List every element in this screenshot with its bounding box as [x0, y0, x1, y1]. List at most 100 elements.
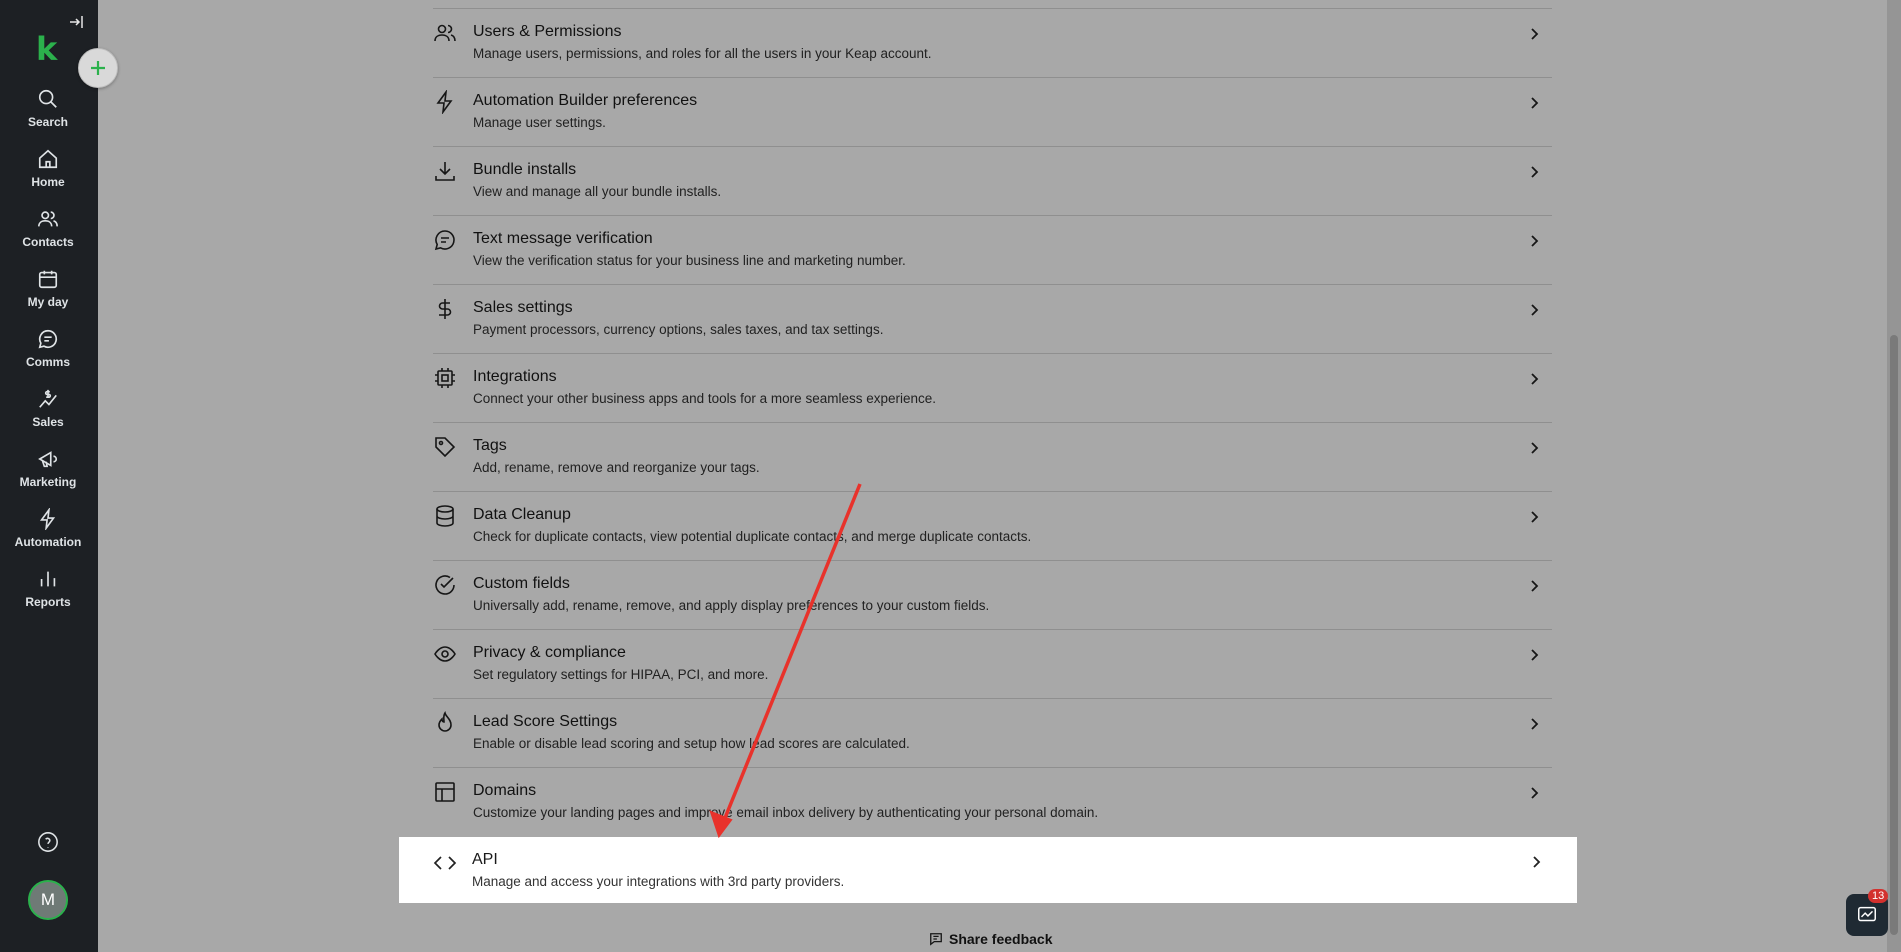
dollar-icon — [438, 299, 452, 319]
nav-comms[interactable]: Comms — [0, 328, 96, 369]
chevron-right-icon — [1531, 787, 1539, 799]
avatar[interactable]: M — [28, 880, 68, 920]
settings-row-tags[interactable]: Tags Add, rename, remove and reorganize … — [433, 422, 1552, 491]
share-feedback-link[interactable]: Share feedback — [929, 931, 1053, 947]
row-title: Domains — [473, 782, 537, 799]
nav-label: Comms — [25, 355, 70, 369]
users-icon — [434, 24, 456, 42]
contacts-icon — [38, 211, 58, 227]
row-description: Manage users, permissions, and roles for… — [473, 46, 932, 61]
nav-label: My day — [27, 295, 69, 309]
help-icon[interactable] — [37, 831, 59, 853]
chevron-right-icon — [1531, 649, 1539, 661]
eye-icon — [434, 646, 456, 662]
nav-label: Search — [27, 115, 69, 129]
row-title: Text message verification — [473, 230, 653, 247]
row-title: Bundle installs — [473, 161, 577, 178]
chat-widget-icon — [1858, 906, 1876, 922]
flame-icon — [438, 711, 452, 732]
lightning-icon — [436, 90, 453, 114]
row-description: View the verification status for your bu… — [473, 253, 906, 268]
notification-badge: 13 — [1868, 889, 1889, 903]
row-title: Privacy & compliance — [473, 644, 626, 661]
message-icon — [434, 230, 455, 251]
bar-chart-icon — [40, 571, 56, 587]
download-icon — [435, 162, 455, 181]
plus-icon — [91, 61, 105, 75]
nav-home[interactable]: Home — [0, 148, 96, 189]
nav-label: Home — [31, 175, 65, 189]
share-feedback-label: Share feedback — [949, 931, 1053, 947]
nav-label: Contacts — [22, 235, 74, 249]
nav-label: Marketing — [19, 475, 77, 489]
search-icon — [38, 89, 57, 108]
home-icon — [38, 149, 58, 169]
chevron-right-icon — [1531, 580, 1539, 592]
scrollbar-thumb[interactable] — [1890, 335, 1898, 935]
nav-my-day[interactable]: My day — [0, 268, 96, 309]
layout-icon — [435, 782, 455, 802]
sales-icon — [39, 389, 57, 408]
row-description: Connect your other business apps and too… — [473, 391, 937, 406]
collapse-sidebar-icon[interactable] — [68, 14, 84, 30]
chevron-right-icon — [1531, 235, 1539, 247]
row-title: Custom fields — [473, 575, 570, 592]
row-title: Sales settings — [473, 299, 573, 316]
chip-icon — [435, 368, 455, 388]
chevron-right-icon — [1531, 511, 1539, 523]
settings-row-text-verification[interactable]: Text message verification View the verif… — [433, 215, 1552, 284]
row-description: Set regulatory settings for HIPAA, PCI, … — [473, 667, 769, 682]
settings-row-lead-score[interactable]: Lead Score Settings Enable or disable le… — [433, 698, 1552, 767]
settings-row-bundle-installs[interactable]: Bundle installs View and manage all your… — [433, 146, 1552, 215]
row-description: Payment processors, currency options, sa… — [473, 322, 884, 337]
row-description: View and manage all your bundle installs… — [473, 184, 722, 199]
megaphone-icon — [38, 451, 58, 468]
chevron-right-icon — [1531, 166, 1539, 178]
row-description: Manage and access your integrations with… — [472, 874, 845, 889]
settings-row-domains[interactable]: Domains Customize your landing pages and… — [433, 767, 1552, 836]
nav-contacts[interactable]: Contacts — [0, 208, 96, 249]
settings-row-users-permissions[interactable]: Users & Permissions Manage users, permis… — [433, 8, 1552, 77]
nav-automation[interactable]: Automation — [0, 508, 96, 549]
database-icon — [436, 505, 454, 527]
row-description: Manage user settings. — [473, 115, 606, 130]
chevron-right-icon — [1531, 373, 1539, 385]
settings-row-api[interactable]: API Manage and access your integrations … — [399, 837, 1577, 903]
nav-sales[interactable]: Sales — [0, 388, 96, 429]
nav-reports[interactable]: Reports — [0, 568, 96, 609]
nav-label: Sales — [32, 415, 64, 429]
tag-icon — [435, 437, 456, 458]
keap-logo: k — [36, 30, 58, 68]
row-title: Data Cleanup — [473, 506, 571, 523]
chat-icon — [38, 329, 58, 349]
calendar-icon — [38, 270, 58, 289]
chevron-right-icon — [1531, 28, 1539, 40]
settings-row-data-cleanup[interactable]: Data Cleanup Check for duplicate contact… — [433, 491, 1552, 560]
settings-row-privacy[interactable]: Privacy & compliance Set regulatory sett… — [433, 629, 1552, 698]
chevron-right-icon — [1531, 442, 1539, 454]
sidebar: k Search Home Contacts My day Comms Sale… — [0, 0, 98, 952]
lightning-icon — [39, 508, 56, 530]
row-description: Universally add, rename, remove, and app… — [473, 598, 990, 613]
settings-row-automation-builder[interactable]: Automation Builder preferences Manage us… — [433, 77, 1552, 146]
row-title: API — [472, 851, 498, 868]
nav-marketing[interactable]: Marketing — [0, 448, 96, 489]
row-description: Customize your landing pages and improve… — [473, 805, 1099, 820]
add-button[interactable] — [78, 48, 118, 88]
scrollbar[interactable] — [1887, 0, 1901, 952]
nav-search[interactable]: Search — [0, 88, 96, 129]
nav-label: Reports — [25, 595, 71, 609]
row-title: Automation Builder preferences — [473, 92, 698, 109]
chevron-right-icon — [1531, 304, 1539, 316]
code-icon — [433, 856, 457, 870]
row-title: Lead Score Settings — [473, 713, 618, 730]
row-description: Add, rename, remove and reorganize your … — [473, 460, 760, 475]
settings-row-custom-fields[interactable]: Custom fields Universally add, rename, r… — [433, 560, 1552, 629]
settings-row-sales-settings[interactable]: Sales settings Payment processors, curre… — [433, 284, 1552, 353]
chevron-right-icon — [1533, 856, 1541, 868]
check-circle-icon — [435, 575, 455, 595]
row-title: Users & Permissions — [473, 23, 622, 40]
settings-row-integrations[interactable]: Integrations Connect your other business… — [433, 353, 1552, 422]
row-title: Tags — [473, 437, 507, 454]
nav-label: Automation — [14, 535, 82, 549]
